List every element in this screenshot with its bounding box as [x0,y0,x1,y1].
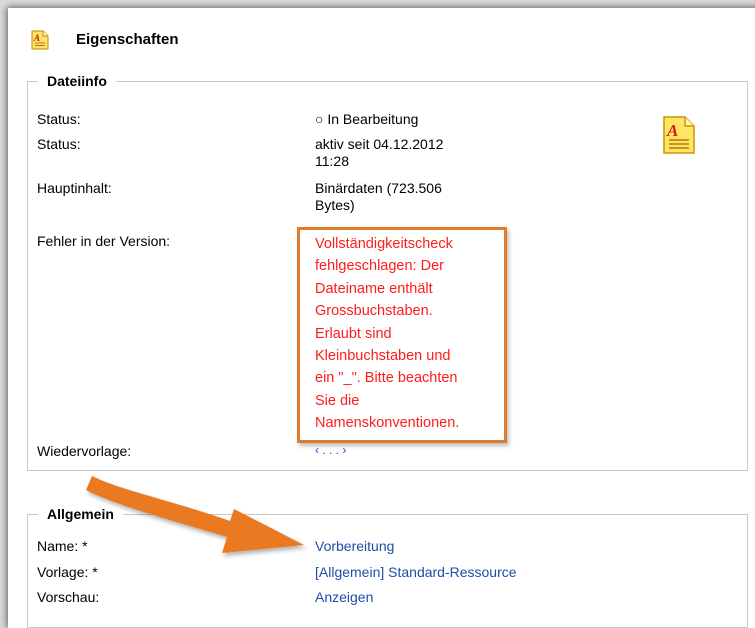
arrow-annotation [86,476,304,553]
